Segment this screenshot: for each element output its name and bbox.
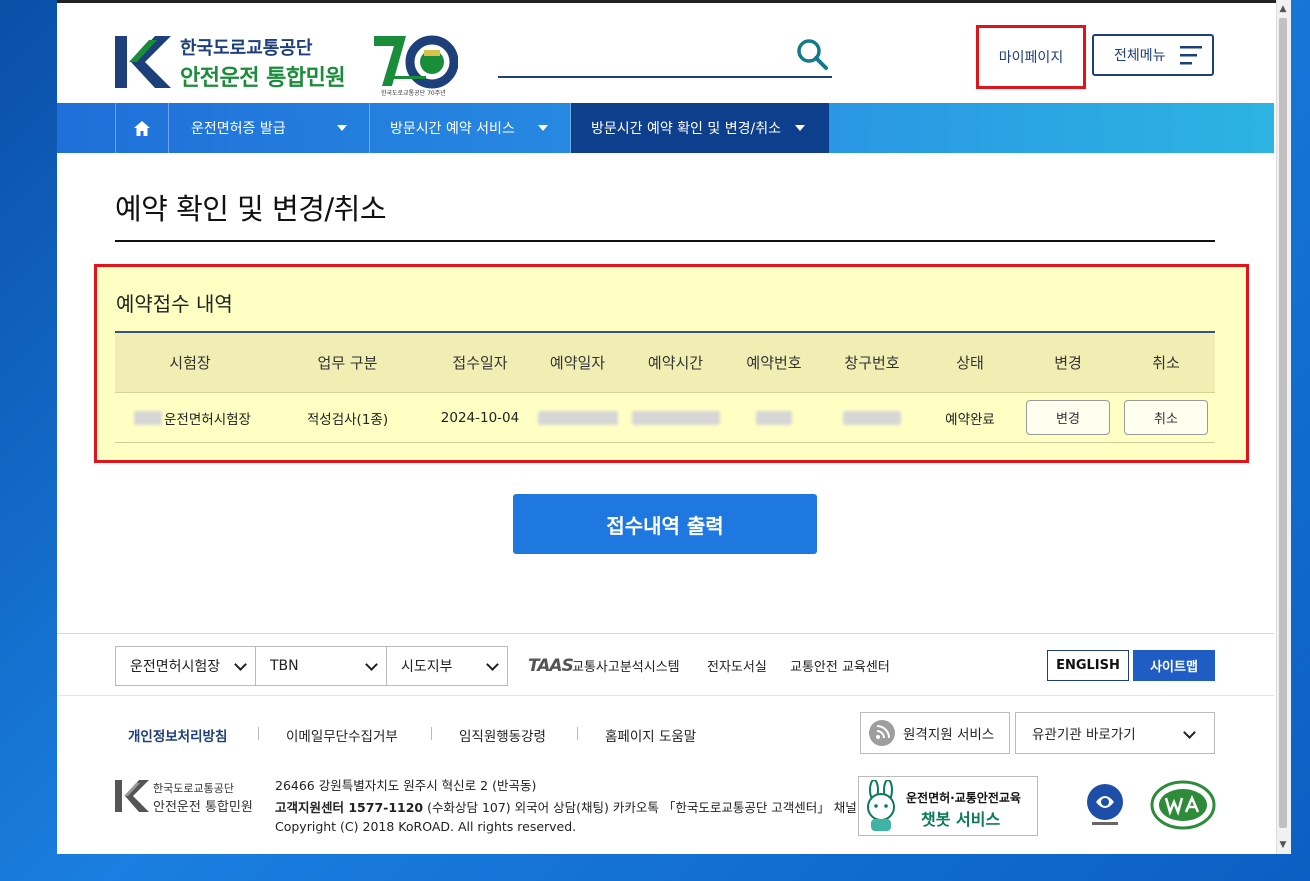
link-homepage-help[interactable]: 홈페이지 도움말: [605, 725, 696, 745]
caret-down-icon: [795, 125, 805, 131]
col-header-status: 상태: [956, 354, 984, 372]
search-icon[interactable]: [795, 37, 829, 71]
link-separator: [577, 727, 578, 740]
col-header-reservation-date: 예약일자: [549, 354, 606, 372]
redacted-text: [134, 410, 163, 425]
remote-support-icon: [869, 720, 895, 746]
col-header-reservation-number: 예약번호: [746, 354, 802, 372]
nav-visit-reservation[interactable]: 방문시간 예약 서비스: [370, 103, 571, 153]
nav-license-issue[interactable]: 운전면허증 발급: [169, 103, 370, 153]
footer-callcenter: 고객지원센터 1577-1120 (수화상담 107) 외국어 상담(채팅) 카…: [275, 797, 857, 816]
taas-logo[interactable]: TAAS: [528, 656, 574, 676]
nav-reservation-confirm-label: 방문시간 예약 확인 및 변경/취소: [591, 121, 781, 137]
redacted-text: [843, 410, 901, 425]
redacted-text: [631, 410, 720, 425]
caret-down-icon: [337, 125, 347, 131]
home-icon: [134, 120, 150, 136]
koroad-k-logo-icon[interactable]: [115, 36, 171, 88]
related-agencies-label: 유관기관 바로가기: [1032, 727, 1136, 743]
logo-site-name: 안전운전 통합민원: [180, 66, 346, 91]
link-separator: [431, 727, 432, 740]
test-site-select[interactable]: 운전면허시험장: [115, 646, 256, 686]
remote-support-button[interactable]: 원격지원 서비스: [860, 712, 1010, 754]
redacted-text: [756, 410, 792, 425]
cell-site-text: 운전면허시험장: [164, 411, 251, 428]
test-site-select-value: 운전면허시험장: [130, 659, 221, 675]
cell-reservation-time: [628, 393, 723, 442]
sitemap-button[interactable]: 사이트맵: [1133, 650, 1215, 681]
cell-status: 예약완료: [945, 411, 995, 428]
col-header-site: 시험장: [169, 354, 211, 372]
chevron-down-icon: [1183, 726, 1196, 739]
anniversary-70-logo-icon: [374, 35, 458, 89]
web-accessibility-mark-icon[interactable]: [1150, 780, 1216, 830]
footer-logo-org-name: 한국도로교통공단: [153, 782, 234, 795]
cell-site: 운전면허시험장: [115, 393, 270, 442]
privacy-certification-mark-icon[interactable]: [1082, 782, 1128, 828]
logo-org-name: 한국도로교통공단: [180, 38, 313, 59]
english-button[interactable]: ENGLISH: [1047, 650, 1129, 681]
link-code-of-conduct[interactable]: 임직원행동강령: [459, 725, 546, 745]
col-header-change: 변경: [1054, 354, 1082, 372]
chevron-down-icon: [234, 658, 247, 671]
col-header-received-date: 접수일자: [452, 354, 508, 372]
chatbot-line1: 운전면허·교통안전교육: [906, 791, 1021, 805]
link-e-library[interactable]: 전자도서실: [707, 656, 767, 675]
hamburger-menu-icon: [1180, 46, 1202, 65]
cell-reservation-number: [725, 393, 823, 442]
footer-copyright: Copyright (C) 2018 KoROAD. All rights re…: [275, 819, 577, 834]
branch-select[interactable]: 시도지부: [386, 646, 508, 686]
related-agencies-select[interactable]: 유관기관 바로가기: [1015, 712, 1215, 754]
search-input[interactable]: [498, 34, 832, 78]
change-button[interactable]: 변경: [1026, 400, 1110, 435]
cell-reservation-date: [530, 393, 625, 442]
cancel-button[interactable]: 취소: [1124, 400, 1208, 435]
koroad-footer-logo-icon: [115, 780, 149, 812]
title-divider: [115, 240, 1215, 242]
nav-visit-reservation-label: 방문시간 예약 서비스: [390, 121, 515, 137]
chatbot-line2: 챗봇 서비스: [921, 810, 1001, 829]
col-header-cancel: 취소: [1152, 354, 1180, 372]
redacted-text: [537, 410, 618, 425]
nav-home[interactable]: [115, 103, 169, 153]
link-traffic-accident-analysis[interactable]: 교통사고분석시스템: [572, 656, 680, 675]
cell-received-date: 2024-10-04: [440, 409, 520, 426]
all-menu-label: 전체메뉴: [1114, 48, 1166, 64]
tbn-select-value: TBN: [270, 658, 299, 674]
anniversary-caption: 한국도로교통공단 70주년: [381, 90, 446, 97]
callcenter-number: 고객지원센터 1577-1120: [275, 800, 424, 815]
link-separator: [258, 727, 259, 740]
page-title: 예약 확인 및 변경/취소: [115, 192, 387, 226]
scroll-up-arrow-icon[interactable]: ▲: [1276, 2, 1290, 16]
print-receipt-button[interactable]: 접수내역 출력: [513, 494, 817, 554]
branch-select-value: 시도지부: [401, 659, 453, 675]
footer-mid-divider: [57, 695, 1274, 696]
col-header-window-number: 창구번호: [844, 354, 900, 372]
cell-task: 적성검사(1종): [306, 411, 389, 428]
link-email-refusal[interactable]: 이메일무단수집거부: [286, 725, 398, 745]
reservation-section-title: 예약접수 내역: [116, 292, 233, 316]
nav-license-issue-label: 운전면허증 발급: [191, 121, 286, 137]
window-top-edge: [57, 0, 1276, 3]
col-header-task: 업무 구분: [317, 354, 378, 372]
cell-window-number: [823, 393, 921, 442]
chevron-down-icon: [365, 658, 378, 671]
scroll-down-arrow-icon[interactable]: ▼: [1276, 838, 1290, 852]
chevron-down-icon: [486, 658, 499, 671]
caret-down-icon: [538, 125, 548, 131]
link-privacy-policy[interactable]: 개인정보처리방침: [128, 725, 227, 745]
table-bottom-border: [115, 442, 1215, 443]
col-header-reservation-time: 예약시간: [647, 354, 704, 372]
mypage-link[interactable]: 마이페이지: [976, 25, 1086, 89]
chatbot-rabbit-icon: [867, 780, 895, 831]
footer-logo-site-name: 안전운전 통합민원: [153, 800, 253, 815]
scrollbar-thumb[interactable]: [1279, 18, 1287, 828]
footer-divider: [57, 633, 1274, 634]
footer-address: 26466 강원특별자치도 원주시 혁신로 2 (반곡동): [275, 778, 537, 793]
nav-reservation-confirm[interactable]: 방문시간 예약 확인 및 변경/취소: [571, 103, 830, 153]
remote-support-label: 원격지원 서비스: [903, 727, 995, 743]
link-safety-education-center[interactable]: 교통안전 교육센터: [790, 656, 890, 675]
tbn-select[interactable]: TBN: [255, 646, 387, 686]
callcenter-details: (수화상담 107) 외국어 상담(채팅) 카카오톡 「한국도로교통공단 고객센…: [423, 800, 857, 815]
